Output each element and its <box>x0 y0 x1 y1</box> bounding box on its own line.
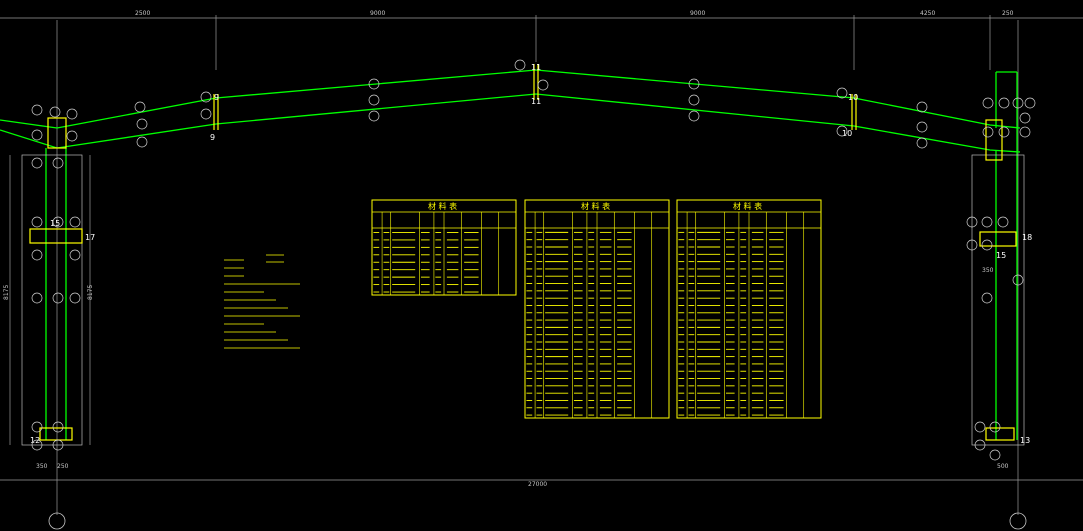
dim-left-base-1: 350 <box>36 463 48 470</box>
mark-right-knee: 10 <box>848 93 858 102</box>
ref-bubble <box>1019 126 1031 138</box>
rafter-bottom-flange <box>0 93 1021 153</box>
ref-bubble <box>998 97 1010 109</box>
top-dimensions: 2500 9000 9000 4250 250 27000 8175 8175 … <box>3 10 1014 488</box>
ref-bubble <box>200 108 212 120</box>
mark-ridge-top: 11 <box>531 63 541 72</box>
mark-left-col-cap: 17 <box>85 233 95 242</box>
material-tables: 材 料 表材 料 表材 料 表 <box>371 199 822 419</box>
dim-right-base: 500 <box>997 463 1009 470</box>
ref-bubble <box>1019 112 1031 124</box>
ref-bubble <box>981 239 993 251</box>
ref-bubble <box>66 130 78 142</box>
ref-bubble <box>989 449 1001 461</box>
ref-bubble <box>66 108 78 120</box>
material-table: 材 料 表 <box>371 199 517 296</box>
ref-bubble <box>31 249 43 261</box>
ref-bubble <box>31 104 43 116</box>
portal-frame <box>0 69 1021 440</box>
table-title: 材 料 表 <box>581 201 610 211</box>
dim-left-col: 8175 <box>3 285 10 300</box>
mark-left-knee-low: 9 <box>210 133 215 142</box>
dim-right-plate: 350 <box>982 267 994 274</box>
ref-bubble <box>31 216 43 228</box>
table-title: 材 料 表 <box>733 201 762 211</box>
dim-top-1: 2500 <box>135 10 150 17</box>
ref-bubble <box>688 110 700 122</box>
ref-bubble <box>981 292 993 304</box>
ref-bubble <box>136 136 148 148</box>
right-column-splice <box>979 231 1017 247</box>
rafter-top-flange <box>0 69 1021 129</box>
ref-bubble <box>514 59 526 71</box>
dim-left-base-2: 250 <box>57 463 69 470</box>
left-base-plate <box>39 427 73 441</box>
dim-top-5: 250 <box>1002 10 1014 17</box>
mark-left-knee: 9 <box>214 93 219 102</box>
material-table: 材 料 表 <box>524 199 670 419</box>
right-base-plate <box>985 427 1015 441</box>
mark-right-mid: 15 <box>996 251 1006 260</box>
ref-bubble <box>982 126 994 138</box>
ref-bubble <box>31 129 43 141</box>
ref-bubble <box>368 110 380 122</box>
ref-bubble <box>31 292 43 304</box>
left-column-splice <box>29 228 83 244</box>
ref-bubble <box>52 421 64 433</box>
ref-bubble <box>916 137 928 149</box>
joint-plates <box>29 64 1017 441</box>
ref-bubble <box>52 292 64 304</box>
ref-bubble <box>49 106 61 118</box>
ref-bubble <box>916 121 928 133</box>
ref-bubble <box>31 421 43 433</box>
ref-bubble <box>69 249 81 261</box>
axis-bubble-left <box>48 512 66 530</box>
ref-bubble <box>1024 97 1036 109</box>
ref-bubble <box>134 101 146 113</box>
table-title: 材 料 表 <box>428 201 457 211</box>
ref-bubble <box>997 216 1009 228</box>
dim-overall: 27000 <box>528 481 547 488</box>
mark-right-col-cap: 18 <box>1022 233 1032 242</box>
ref-bubble <box>981 216 993 228</box>
ref-bubble <box>916 101 928 113</box>
dim-top-3: 9000 <box>690 10 705 17</box>
ref-bubble <box>69 292 81 304</box>
ref-bubble <box>974 421 986 433</box>
notes-block <box>224 254 300 349</box>
ref-bubble <box>537 79 549 91</box>
column-outlines <box>21 154 1025 446</box>
mark-ridge-bottom: 11 <box>531 97 541 106</box>
dim-top-2: 9000 <box>370 10 385 17</box>
ref-bubble <box>31 157 43 169</box>
ref-bubble <box>688 94 700 106</box>
dim-left-col-2: 8175 <box>87 285 94 300</box>
material-table: 材 料 表 <box>676 199 822 419</box>
cad-drawing-canvas: 2500 9000 9000 4250 250 27000 8175 8175 … <box>0 10 1083 530</box>
mark-right-base: 13 <box>1020 436 1030 445</box>
reference-bubbles <box>31 59 1036 461</box>
axis-bubble-right <box>1009 512 1027 530</box>
ref-bubble <box>989 421 1001 433</box>
ref-bubble <box>136 118 148 130</box>
dim-top-4: 4250 <box>920 10 935 17</box>
ref-bubble <box>368 94 380 106</box>
ref-bubble <box>69 216 81 228</box>
ref-bubble <box>982 97 994 109</box>
ref-bubble <box>998 126 1010 138</box>
ref-bubble <box>52 157 64 169</box>
